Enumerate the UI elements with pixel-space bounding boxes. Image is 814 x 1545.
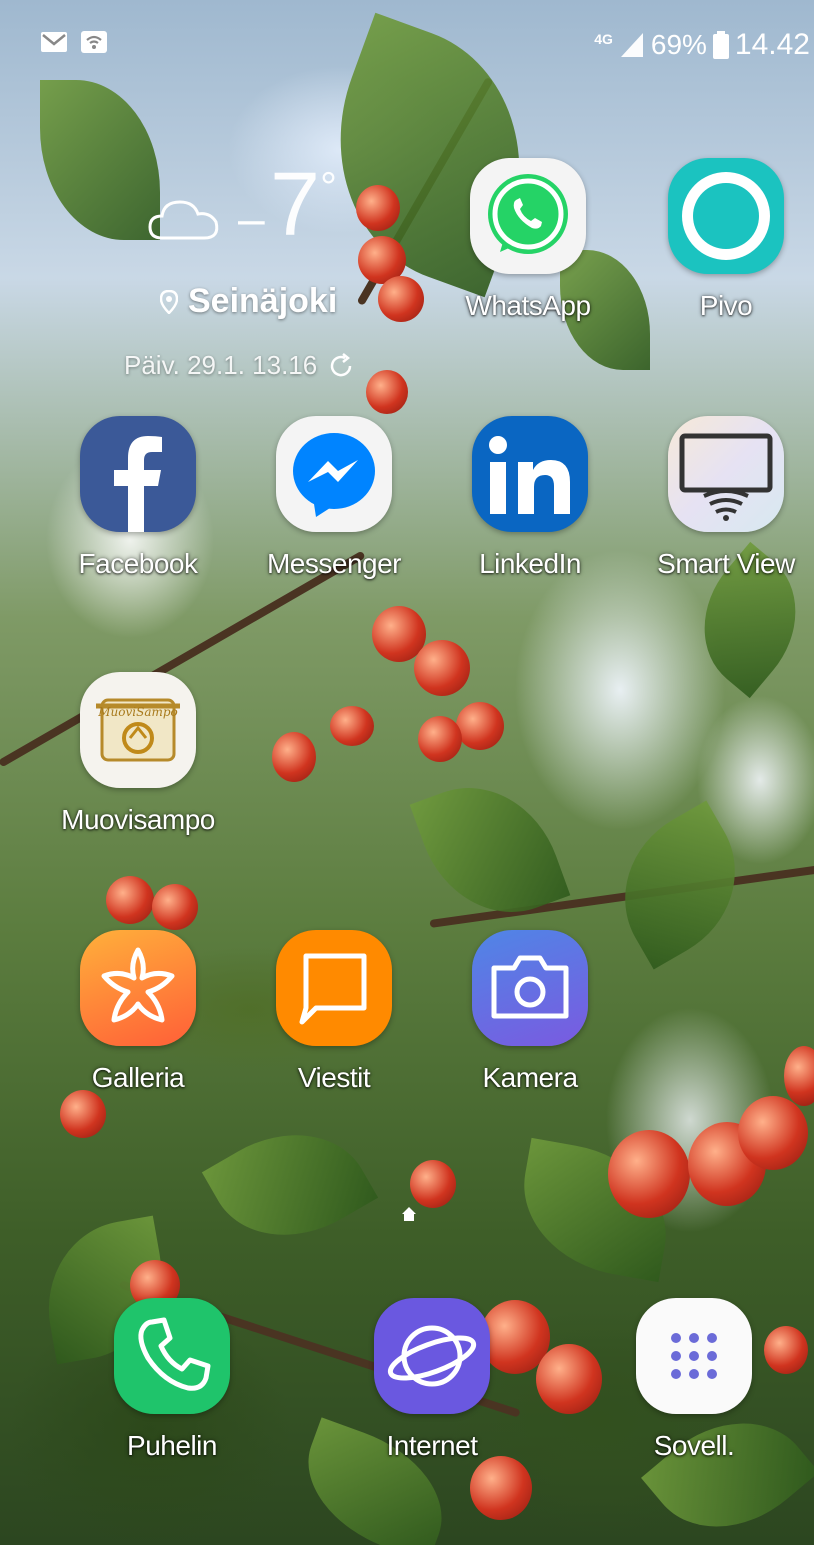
app-pivo[interactable]: Pivo	[646, 158, 806, 338]
app-label: Internet	[386, 1430, 478, 1461]
app-label: Sovell.	[653, 1430, 735, 1461]
wallpaper-apple	[738, 1096, 808, 1170]
app-label: LinkedIn	[479, 548, 581, 579]
app-label: WhatsApp	[465, 290, 591, 321]
degree-symbol: °	[320, 163, 337, 210]
smart-view-icon	[668, 416, 784, 532]
wallpaper-apple	[152, 884, 198, 930]
email-notification-icon	[41, 32, 67, 52]
wallpaper-apple	[378, 276, 424, 322]
dock-internet[interactable]: Internet	[352, 1298, 512, 1478]
wallpaper-apple	[536, 1344, 602, 1414]
internet-icon	[374, 1298, 490, 1414]
dock-sovellukset[interactable]: Sovell.	[614, 1298, 774, 1478]
wallpaper-apple	[356, 185, 400, 231]
temperature-sign: –	[238, 193, 265, 246]
app-whatsapp[interactable]: WhatsApp	[448, 158, 608, 338]
wallpaper-apple	[418, 716, 462, 762]
wallpaper-apple	[330, 706, 374, 746]
network-type-label: 4G	[594, 31, 613, 47]
app-label: Smart View	[657, 548, 795, 579]
location-name: Seinäjoki	[188, 282, 338, 320]
wallpaper-apple	[784, 1046, 814, 1106]
weather-updated: Päiv. 29.1. 13.16	[124, 350, 355, 381]
gallery-icon	[80, 930, 196, 1046]
weather-location: Seinäjoki	[160, 282, 337, 321]
signal-strength-icon	[620, 33, 643, 57]
temperature-number: 7	[270, 155, 321, 255]
wallpaper-apple	[608, 1130, 690, 1218]
updated-timestamp: Päiv. 29.1. 13.16	[124, 350, 318, 380]
app-facebook[interactable]: Facebook	[58, 416, 218, 596]
app-label: Puhelin	[127, 1430, 217, 1461]
battery-percent: 69%	[650, 29, 707, 60]
app-muovisampo[interactable]: MuoviSampo Muovisampo	[58, 672, 218, 852]
app-messenger[interactable]: Messenger	[254, 416, 414, 596]
app-galleria[interactable]: Galleria	[58, 930, 218, 1110]
app-label: Messenger	[266, 548, 402, 579]
weather-widget[interactable]: – 7° Seinäjoki Päiv. 29.1. 13.16	[120, 160, 360, 390]
notification-icons	[40, 30, 108, 54]
status-bar: 4G 69% 14.42	[0, 0, 814, 64]
app-label: Viestit	[297, 1062, 371, 1093]
dock-puhelin[interactable]: Puhelin	[92, 1298, 252, 1478]
location-pin-icon	[160, 289, 178, 314]
app-label: Kamera	[482, 1062, 578, 1093]
facebook-icon	[80, 416, 196, 532]
battery-icon	[712, 31, 729, 59]
app-label: Galleria	[91, 1062, 185, 1093]
wallpaper-apple	[106, 876, 154, 924]
muovisampo-logo-text: MuoviSampo	[97, 705, 178, 719]
app-linkedin[interactable]: LinkedIn	[450, 416, 610, 596]
wifi-calling-icon	[81, 31, 107, 53]
phone-icon	[114, 1298, 230, 1414]
app-kamera[interactable]: Kamera	[450, 930, 610, 1110]
apps-grid-icon	[636, 1298, 752, 1414]
temperature-value: 7°	[270, 160, 337, 250]
camera-icon	[472, 930, 588, 1046]
wallpaper-apple	[410, 1160, 456, 1208]
app-label: Pivo	[699, 290, 753, 321]
app-label: Muovisampo	[61, 804, 215, 835]
system-status: 4G 69% 14.42	[594, 28, 810, 62]
wallpaper-apple	[366, 370, 408, 414]
muovisampo-icon: MuoviSampo	[80, 672, 196, 788]
cloud-icon	[148, 200, 219, 240]
pivo-icon	[668, 158, 784, 274]
refresh-icon[interactable]	[327, 352, 355, 380]
wallpaper-leaf	[593, 800, 767, 970]
home-page-indicator-icon[interactable]	[401, 1206, 417, 1222]
app-viestit[interactable]: Viestit	[254, 930, 414, 1110]
messages-icon	[276, 930, 392, 1046]
app-label: Facebook	[78, 548, 198, 579]
wallpaper-apple	[456, 702, 504, 750]
messenger-icon	[276, 416, 392, 532]
status-clock: 14.42	[734, 28, 810, 61]
wallpaper-apple	[414, 640, 470, 696]
whatsapp-icon	[470, 158, 586, 274]
wallpaper-apple	[272, 732, 316, 782]
app-smart-view[interactable]: Smart View	[646, 416, 806, 596]
wallpaper-leaf	[201, 1102, 379, 1268]
linkedin-icon	[472, 416, 588, 532]
